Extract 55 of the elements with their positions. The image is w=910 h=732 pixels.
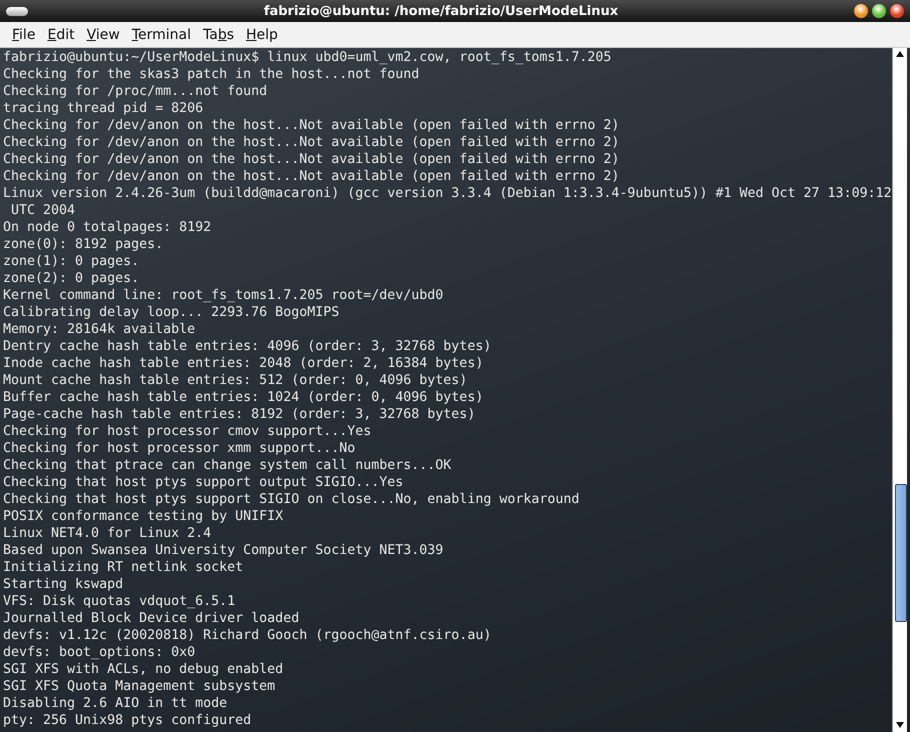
terminal-line: Linux NET4.0 for Linux 2.4 xyxy=(3,525,212,542)
terminal-line: Starting kswapd xyxy=(3,576,124,593)
terminal-line: UTC 2004 xyxy=(10,202,76,219)
terminal-line: devfs: boot_options: 0x0 xyxy=(3,644,196,661)
terminal-line: Inode cache hash table entries: 2048 (order: 2, 16384 bytes) xyxy=(3,355,484,372)
terminal-line: Journalled Block Device driver loaded xyxy=(3,610,300,627)
terminal-line: Disabling 2.6 AIO in tt mode xyxy=(3,695,228,712)
minimize-button[interactable] xyxy=(854,4,868,18)
menu-item[interactable]: Tabs xyxy=(197,26,240,42)
scroll-up-icon[interactable] xyxy=(896,51,904,57)
menu-item[interactable]: View xyxy=(80,26,126,42)
terminal-line: Linux version 2.4.26-3um (buildd@macaroni) (gcc version 3.3.4 (Debian 1:3.3.4-9ubuntu5)) #1 Wed Oct 27 13:09:12 xyxy=(3,185,892,202)
terminal-line: Initializing RT netlink socket xyxy=(3,559,244,576)
terminal-line: zone(1): 0 pages. xyxy=(3,253,140,270)
terminal-line: fabrizio@ubuntu:~/UserModeLinux$ linux ubd0=uml_vm2.cow, root_fs_toms1.7.205 xyxy=(3,49,612,66)
terminal-line: Checking that host ptys support output SIGIO...Yes xyxy=(3,474,404,491)
terminal-line: Checking that ptrace can change system call numbers...OK xyxy=(3,457,452,474)
terminal-line: Mount cache hash table entries: 512 (order: 0, 4096 bytes) xyxy=(3,372,468,389)
terminal-line: Checking for the skas3 patch in the host...not found xyxy=(3,66,420,83)
terminal-line: Buffer cache hash table entries: 1024 (order: 0, 4096 bytes) xyxy=(3,389,484,406)
terminal-line: tracing thread pid = 8206 xyxy=(3,100,204,117)
terminal-line: SGI XFS with ACLs, no debug enabled xyxy=(3,661,284,678)
terminal-line: Kernel command line: root_fs_toms1.7.205 root=/dev/ubd0 xyxy=(3,287,444,304)
terminal-line: Checking that host ptys support SIGIO on close...No, enabling workaround xyxy=(3,491,580,508)
terminal-line: Based upon Swansea University Computer Society NET3.039 xyxy=(3,542,444,559)
terminal-line: Checking for /dev/anon on the host...Not available (open failed with errno 2) xyxy=(3,168,620,185)
terminal-line: pty: 256 Unix98 ptys configured xyxy=(3,712,252,729)
terminal-line: Calibrating delay loop... 2293.76 BogoMIPS xyxy=(3,304,340,321)
terminal-line: devfs: v1.12c (20020818) Richard Gooch (rgooch@atnf.csiro.au) xyxy=(3,627,492,644)
terminal-line: SGI XFS Quota Management subsystem xyxy=(3,678,276,695)
terminal-line: Checking for /dev/anon on the host...Not available (open failed with errno 2) xyxy=(3,117,620,134)
terminal-line: Checking for host processor cmov support...Yes xyxy=(3,423,372,440)
terminal-line: zone(2): 0 pages. xyxy=(3,270,140,287)
menu-item[interactable]: File xyxy=(6,26,42,42)
terminal-line: Dentry cache hash table entries: 4096 (order: 3, 32768 bytes) xyxy=(3,338,492,355)
menu-item[interactable]: Help xyxy=(240,26,284,42)
terminal-line: Checking for /dev/anon on the host...Not available (open failed with errno 2) xyxy=(3,151,620,168)
terminal-line: VFS: Disk quotas vdquot_6.5.1 xyxy=(3,593,236,610)
terminal-line: On node 0 totalpages: 8192 xyxy=(3,219,212,236)
scrollbar-thumb[interactable] xyxy=(895,484,907,622)
terminal-line: Checking for /dev/anon on the host...Not available (open failed with errno 2) xyxy=(3,134,620,151)
close-button[interactable] xyxy=(890,4,904,18)
window-title: fabrizio@ubuntu: /home/fabrizio/UserModeLinux xyxy=(264,4,618,18)
maximize-button[interactable] xyxy=(872,4,886,18)
terminal-line: POSIX conformance testing by UNIFIX xyxy=(3,508,284,525)
scroll-down-icon[interactable] xyxy=(896,722,904,728)
menu-item[interactable]: Terminal xyxy=(126,26,197,42)
menu-item[interactable]: Edit xyxy=(41,26,81,42)
window-menu-icon[interactable] xyxy=(6,6,28,16)
terminal-line: Memory: 28164k available xyxy=(3,321,196,338)
terminal-line: Checking for host processor xmm support...No xyxy=(3,440,356,457)
terminal-line: Checking for /proc/mm...not found xyxy=(3,83,268,100)
terminal-line: Page-cache hash table entries: 8192 (order: 3, 32768 bytes) xyxy=(3,406,476,423)
terminal-line: zone(0): 8192 pages. xyxy=(3,236,164,253)
scrollbar[interactable] xyxy=(892,48,907,732)
